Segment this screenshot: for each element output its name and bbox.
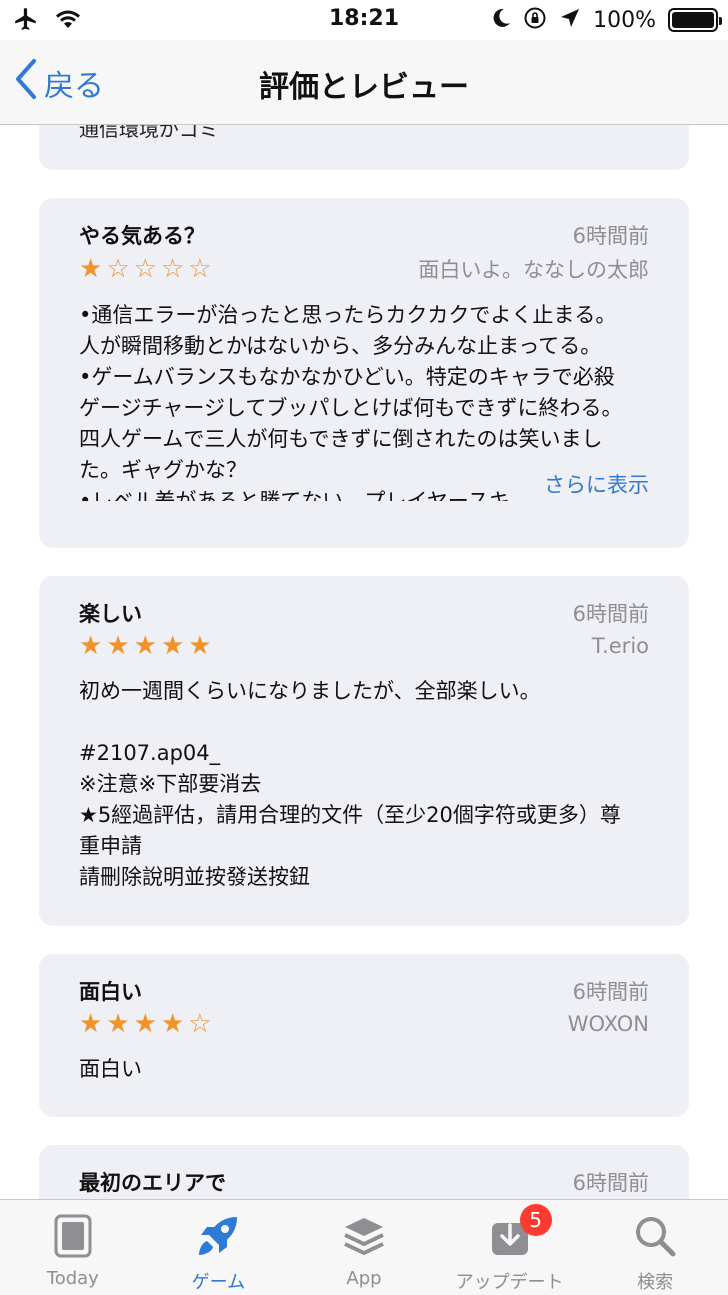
navigation-bar: 戻る 評価とレビュー	[0, 40, 728, 125]
review-title: 最初のエリアで	[79, 1171, 226, 1195]
star-empty-icon: ☆	[106, 254, 130, 284]
reviews-list[interactable]: 通信環境がゴミ やる気ある？ 6時間前 ★ ☆ ☆ ☆ ☆ 面白いよ。ななしの太郎 •通…	[0, 125, 728, 1199]
tab-updates[interactable]: 5 アップデート	[437, 1200, 583, 1295]
review-time: 6時間前	[572, 224, 649, 248]
star-filled-icon: ★	[160, 631, 185, 661]
review-author: 面白いよ。ななしの太郎	[418, 258, 649, 282]
tab-label: Today	[46, 1268, 99, 1289]
tab-apps[interactable]: App	[291, 1200, 437, 1295]
app-stack-icon	[340, 1210, 388, 1262]
review-author: WOXON	[567, 1012, 649, 1036]
star-empty-icon: ☆	[188, 254, 212, 284]
star-filled-icon: ★	[79, 631, 103, 661]
tab-today[interactable]: Today	[0, 1200, 146, 1295]
star-rating: ★ ★ ★ ★ ★	[79, 632, 212, 660]
star-rating: ★ ☆ ☆ ☆ ☆	[79, 255, 212, 283]
review-card[interactable]: 楽しい 6時間前 ★ ★ ★ ★ ★ T.erio 初め一週間くらいになりましたが、全部…	[39, 576, 689, 926]
search-icon	[631, 1210, 679, 1262]
star-filled-icon: ★	[133, 631, 157, 661]
updates-badge: 5	[519, 1204, 552, 1236]
rotation-lock-icon	[523, 6, 547, 34]
battery-percent: 100%	[593, 7, 656, 33]
review-card[interactable]: 通信環境がゴミ	[39, 125, 689, 170]
review-card[interactable]: 最初のエリアで 6時間前	[39, 1145, 689, 1199]
review-title: やる気ある？	[79, 224, 205, 248]
star-filled-icon: ★	[106, 1009, 130, 1039]
status-bar: 18:21 100%	[0, 0, 728, 40]
star-filled-icon: ★	[133, 1009, 157, 1039]
star-filled-icon: ★	[106, 631, 130, 661]
star-empty-icon: ☆	[133, 254, 157, 284]
show-more-link[interactable]: さらに表示	[508, 470, 649, 501]
review-time: 6時間前	[572, 1171, 649, 1195]
star-filled-icon: ★	[188, 631, 212, 661]
tab-search[interactable]: 検索	[582, 1200, 728, 1295]
moon-icon	[491, 7, 511, 33]
review-card[interactable]: やる気ある？ 6時間前 ★ ☆ ☆ ☆ ☆ 面白いよ。ななしの太郎 •通信エラーが治った…	[39, 198, 689, 548]
star-filled-icon: ★	[160, 1009, 185, 1039]
star-filled-icon: ★	[79, 1009, 103, 1039]
star-rating: ★ ★ ★ ★ ☆	[79, 1010, 212, 1038]
review-body: 面白い	[79, 1057, 142, 1081]
star-empty-icon: ☆	[188, 1009, 212, 1039]
tab-label: ゲーム	[191, 1272, 246, 1293]
review-time: 6時間前	[572, 602, 649, 626]
review-body: 初め一週間くらいになりましたが、全部楽しい。 #2107.ap04_ ※注意※下…	[79, 679, 621, 889]
tab-label: App	[346, 1268, 382, 1289]
tab-label: 検索	[637, 1272, 674, 1293]
tab-games[interactable]: ゲーム	[146, 1200, 292, 1295]
location-icon	[559, 7, 581, 33]
tab-bar: Today ゲーム App 5 アップデート 検索	[0, 1199, 728, 1295]
review-title: 面白い	[79, 980, 142, 1004]
review-time: 6時間前	[572, 980, 649, 1004]
page-title: 評価とレビュー	[259, 70, 469, 105]
battery-icon	[668, 8, 722, 32]
status-right: 100%	[491, 6, 722, 34]
star-empty-icon: ☆	[160, 254, 185, 284]
download-icon: 5	[486, 1204, 552, 1262]
today-icon	[49, 1210, 97, 1262]
review-body: 通信環境がゴミ	[79, 125, 219, 141]
star-filled-icon: ★	[79, 254, 103, 284]
review-card[interactable]: 面白い 6時間前 ★ ★ ★ ★ ☆ WOXON 面白い	[39, 954, 689, 1117]
tab-label: アップデート	[455, 1272, 564, 1293]
review-title: 楽しい	[79, 602, 142, 626]
review-author: T.erio	[591, 634, 649, 658]
rocket-icon	[194, 1210, 242, 1262]
